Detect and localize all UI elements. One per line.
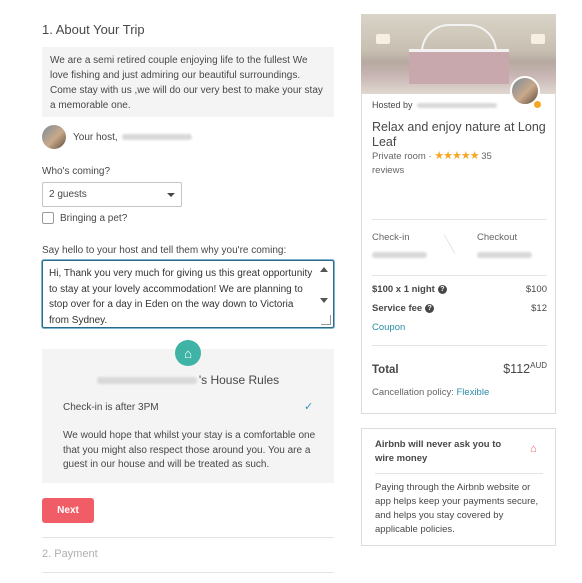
checkout-date-redacted bbox=[477, 252, 532, 258]
reviews-label: reviews bbox=[372, 165, 405, 176]
coupon-link[interactable]: Coupon bbox=[372, 322, 405, 333]
service-fee-amount: $12 bbox=[531, 303, 547, 314]
service-fee-label: Service fee bbox=[372, 303, 423, 314]
photo-bed-headboard bbox=[421, 24, 497, 52]
question-mark-icon[interactable]: ? bbox=[425, 304, 435, 313]
hosted-by-text: Hosted by bbox=[372, 100, 413, 110]
notice-title: Airbnb will never ask you to wire money bbox=[375, 439, 502, 464]
checkin-date-redacted bbox=[372, 252, 427, 258]
your-host-label: Your host, bbox=[73, 131, 118, 143]
photo-bed bbox=[409, 49, 509, 84]
question-mark-icon[interactable]: ? bbox=[437, 285, 447, 294]
notice-text: Paying through the Airbnb website or app… bbox=[375, 482, 539, 535]
photo-lamp bbox=[376, 34, 390, 44]
divider bbox=[42, 537, 334, 538]
nightly-rate-label: $100 x 1 night bbox=[372, 284, 435, 295]
superhost-badge-icon bbox=[533, 100, 542, 109]
pet-checkbox-row[interactable]: Bringing a pet? bbox=[42, 212, 127, 224]
next-button[interactable]: Next bbox=[42, 498, 94, 523]
whos-coming-label: Who's coming? bbox=[42, 166, 111, 177]
chevron-down-icon bbox=[167, 192, 175, 197]
total-currency: AUD bbox=[530, 361, 547, 370]
listing-title[interactable]: Relax and enjoy nature at Long Leaf bbox=[372, 120, 550, 150]
host-name-redacted bbox=[121, 134, 192, 140]
house-rules-title: 's House Rules bbox=[42, 373, 334, 387]
checkmark-icon: ✓ bbox=[304, 401, 314, 413]
pet-checkbox-label[interactable]: Bringing a pet? bbox=[60, 213, 127, 224]
divider bbox=[372, 275, 547, 276]
cancellation-policy-label: Cancellation policy: bbox=[372, 387, 454, 398]
checkin-label: Check-in bbox=[372, 232, 410, 243]
total-amount: $112AUD bbox=[503, 361, 547, 376]
reviews-count: 35 bbox=[481, 151, 492, 162]
listing-room-type: Private room · ★★★★★ 35 reviews bbox=[372, 149, 550, 178]
host-avatar-small bbox=[42, 125, 66, 149]
section-title-payment[interactable]: 2. Payment bbox=[42, 548, 98, 560]
star-rating-icon: ★★★★★ bbox=[434, 150, 479, 162]
house-rules-host-name-redacted bbox=[96, 377, 197, 385]
hosted-by-name-redacted bbox=[416, 103, 497, 109]
cancellation-policy: Cancellation policy: Flexible bbox=[372, 387, 489, 398]
airbnb-logo-icon: ⌂ bbox=[530, 443, 537, 455]
hosted-by-label: Hosted by bbox=[372, 100, 497, 110]
message-textarea[interactable]: Hi, Thank you very much for giving us th… bbox=[42, 260, 334, 328]
section-title-about-trip: 1. About Your Trip bbox=[42, 22, 145, 37]
scroll-down-arrow-icon[interactable] bbox=[320, 298, 328, 303]
guests-select-value: 2 guests bbox=[49, 189, 87, 200]
photo-lamp bbox=[531, 34, 545, 44]
divider bbox=[372, 219, 547, 220]
pet-checkbox[interactable] bbox=[42, 212, 54, 224]
host-row: Your host, bbox=[42, 124, 192, 150]
message-textarea-text[interactable]: Hi, Thank you very much for giving us th… bbox=[49, 266, 313, 328]
room-type-text: Private room · bbox=[372, 151, 432, 162]
house-rules-text: We would hope that whilst your stay is a… bbox=[63, 430, 316, 470]
message-prompt-label: Say hello to your host and tell them why… bbox=[42, 245, 287, 256]
checkout-label: Checkout bbox=[477, 232, 518, 243]
house-rules-home-icon: ⌂ bbox=[175, 340, 201, 366]
host-welcome-message: We are a semi retired couple enjoying li… bbox=[42, 47, 334, 117]
divider bbox=[372, 345, 547, 346]
guests-select[interactable]: 2 guests bbox=[42, 182, 182, 207]
cancellation-policy-link[interactable]: Flexible bbox=[457, 387, 490, 398]
service-fee-row: Service fee? $12 bbox=[372, 303, 547, 314]
nightly-rate-amount: $100 bbox=[525, 284, 547, 295]
total-amount-value: $112 bbox=[503, 362, 531, 377]
house-rules-title-suffix: 's House Rules bbox=[198, 373, 280, 387]
nightly-rate-row: $100 x 1 night? $100 bbox=[372, 284, 547, 295]
divider bbox=[375, 473, 543, 474]
divider bbox=[42, 572, 334, 573]
checkin-rule: Check-in is after 3PM bbox=[63, 402, 159, 413]
total-label: Total bbox=[372, 364, 399, 377]
scroll-up-arrow-icon[interactable] bbox=[320, 267, 328, 272]
total-row: Total $112AUD bbox=[372, 361, 547, 376]
resize-handle-icon[interactable] bbox=[321, 315, 331, 325]
